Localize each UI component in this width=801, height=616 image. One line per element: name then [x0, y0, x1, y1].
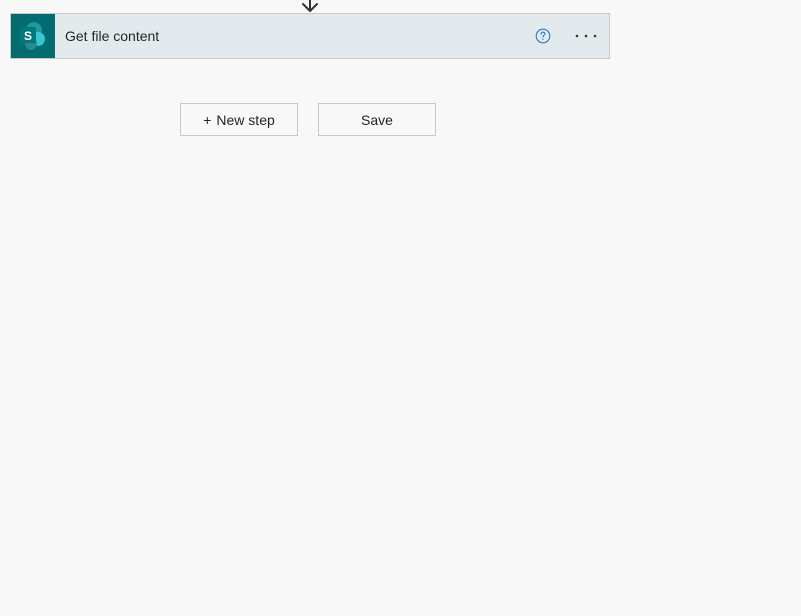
- action-card-get-file-content[interactable]: S Get file content: [10, 13, 610, 59]
- arrow-down-icon: [302, 0, 318, 12]
- save-button[interactable]: Save: [318, 103, 436, 136]
- plus-icon: +: [203, 111, 212, 128]
- action-card-title: Get file content: [65, 28, 160, 44]
- more-options-button[interactable]: [573, 26, 599, 46]
- flow-designer-canvas: S Get file content + New step Save: [0, 0, 801, 616]
- ellipsis-icon: [575, 34, 597, 38]
- step-buttons-row: + New step Save: [180, 103, 436, 136]
- question-mark-icon: [535, 28, 551, 44]
- new-step-button[interactable]: + New step: [180, 103, 298, 136]
- save-label: Save: [361, 111, 393, 128]
- help-button[interactable]: [533, 26, 553, 46]
- sharepoint-icon: S: [11, 14, 55, 58]
- new-step-label: New step: [216, 111, 275, 128]
- sharepoint-letter: S: [24, 29, 32, 43]
